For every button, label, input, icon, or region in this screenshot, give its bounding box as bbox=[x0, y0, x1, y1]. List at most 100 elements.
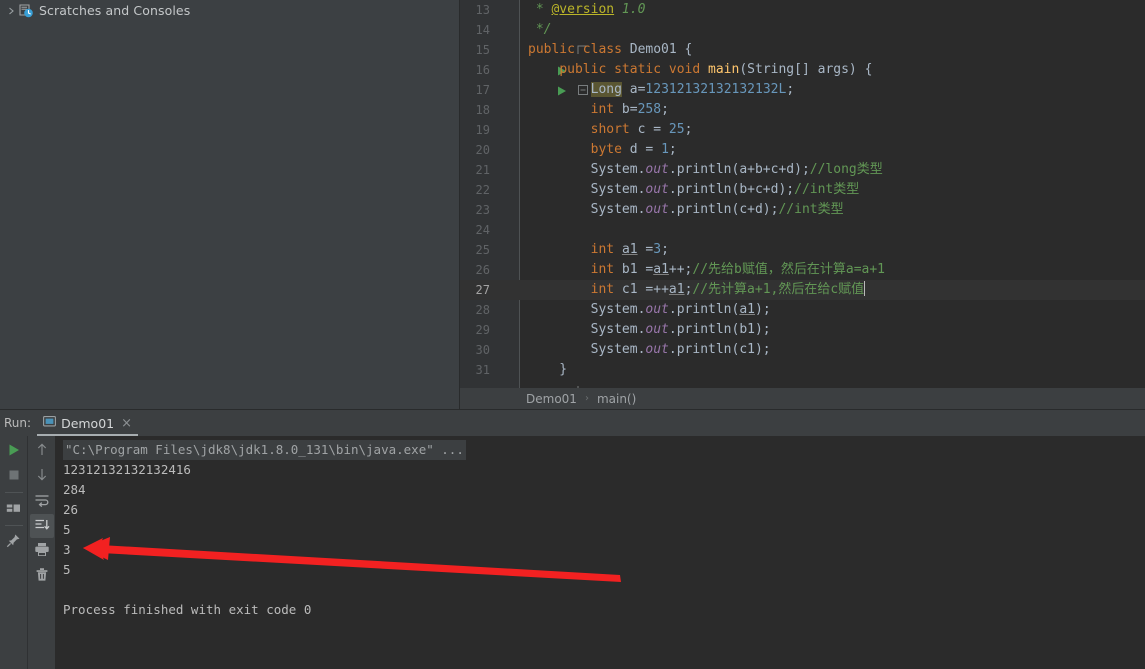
toolbar-divider bbox=[4, 492, 23, 493]
console-line: 284 bbox=[63, 482, 86, 497]
code-line[interactable]: 30 System.out.println(c1); bbox=[460, 340, 1145, 360]
line-content: short c = 25; bbox=[590, 122, 693, 137]
breadcrumb-separator-icon: › bbox=[584, 393, 589, 404]
restore-layout-button[interactable] bbox=[2, 497, 26, 521]
console-line: 12312132132132416 bbox=[63, 462, 191, 477]
code-line[interactable]: 26 int b1 =a1++;//先给b赋值，然后在计算a=a+1 bbox=[460, 260, 1145, 280]
code-line[interactable]: 16 public static void main(String[] args… bbox=[460, 60, 1145, 96]
line-number: 21 bbox=[475, 163, 490, 177]
clear-all-button[interactable] bbox=[30, 564, 54, 588]
run-method-icon[interactable] bbox=[493, 64, 566, 96]
fold-end-icon[interactable] bbox=[514, 20, 588, 54]
stop-button[interactable] bbox=[2, 464, 26, 488]
line-number: 24 bbox=[475, 223, 490, 237]
line-number: 29 bbox=[475, 323, 490, 337]
line-number: 13 bbox=[475, 3, 490, 17]
code-line[interactable]: 28 System.out.println(a1); bbox=[460, 300, 1145, 320]
code-line[interactable]: 31 } bbox=[460, 360, 1145, 388]
line-content: System.out.println(b1); bbox=[528, 322, 771, 337]
code-line[interactable]: 17 Long a=12312132132132132L; bbox=[460, 80, 1145, 100]
code-line[interactable]: 23 System.out.println(c+d);//int类型 bbox=[460, 200, 1145, 220]
code-line[interactable]: 21 System.out.println(a+b+c+d);//long类型 bbox=[460, 160, 1145, 180]
soft-wrap-button[interactable] bbox=[30, 489, 54, 513]
code-line[interactable]: 13 * @version 1.0 bbox=[460, 0, 1145, 20]
tree-item-label: Scratches and Consoles bbox=[39, 3, 191, 18]
fold-end-icon[interactable] bbox=[514, 360, 579, 388]
scratches-and-consoles-icon bbox=[18, 3, 34, 19]
breadcrumb-class[interactable]: Demo01 bbox=[526, 392, 577, 406]
down-the-stack-trace-button[interactable] bbox=[30, 464, 54, 488]
console-line: 3 bbox=[63, 542, 71, 557]
scroll-to-end-button[interactable] bbox=[29, 514, 54, 538]
code-line[interactable]: 24 bbox=[460, 220, 1145, 240]
trash-icon bbox=[35, 567, 49, 586]
code-line[interactable]: 29 System.out.println(b1); bbox=[460, 320, 1145, 340]
code-line[interactable]: 22 System.out.println(b+c+d);//int类型 bbox=[460, 180, 1145, 200]
code-line[interactable]: 20 byte d = 1; bbox=[460, 140, 1145, 160]
line-number: 23 bbox=[475, 203, 490, 217]
editor-vertical-divider[interactable] bbox=[459, 0, 460, 409]
up-the-stack-trace-button[interactable] bbox=[30, 439, 54, 463]
code-editor[interactable]: 13 * @version 1.0 14 */ 15 public class … bbox=[460, 0, 1145, 388]
line-number: 30 bbox=[475, 343, 490, 357]
line-number: 28 bbox=[475, 303, 490, 317]
run-tab-label: Demo01 bbox=[61, 415, 115, 431]
code-line-current[interactable]: 27 int c1 =++a1;//先计算a+1,然后在给c赋值 bbox=[460, 280, 1145, 300]
run-tab-demo01[interactable]: Demo01 × bbox=[37, 411, 138, 436]
pin-tab-button[interactable] bbox=[2, 530, 26, 554]
line-content: System.out.println(b+c+d);//int类型 bbox=[528, 182, 860, 197]
line-number: 22 bbox=[475, 183, 490, 197]
arrow-up-icon bbox=[35, 442, 49, 461]
run-class-icon[interactable] bbox=[493, 44, 566, 76]
tree-item-scratches-and-consoles[interactable]: Scratches and Consoles bbox=[0, 0, 460, 21]
line-content: System.out.println(a1); bbox=[528, 302, 771, 317]
line-number: 15 bbox=[475, 43, 490, 57]
console-command-text: "C:\Program Files\jdk8\jdk1.8.0_131\bin\… bbox=[63, 440, 466, 460]
line-content: */ bbox=[528, 22, 552, 37]
print-button[interactable] bbox=[30, 539, 54, 563]
line-number: 19 bbox=[475, 123, 490, 137]
line-number: 31 bbox=[475, 363, 490, 377]
line-content: int b1 =a1++;//先给b赋值，然后在计算a=a+1 bbox=[590, 262, 886, 277]
line-number: 26 bbox=[475, 263, 490, 277]
breadcrumb[interactable]: Demo01 › main() bbox=[460, 388, 1145, 409]
run-window-body: "C:\Program Files\jdk8\jdk1.8.0_131\bin\… bbox=[0, 436, 1145, 669]
run-toolbar-right bbox=[27, 436, 55, 669]
line-number: 18 bbox=[475, 103, 490, 117]
code-line[interactable]: 19 short c = 25; bbox=[460, 120, 1145, 140]
code-line[interactable]: 25 int a1 =3; bbox=[460, 240, 1145, 260]
run-toolbar-left bbox=[0, 436, 27, 669]
line-content: Long a=12312132132132132L; bbox=[590, 82, 795, 97]
breadcrumb-method[interactable]: main() bbox=[597, 392, 636, 406]
console-output[interactable]: "C:\Program Files\jdk8\jdk1.8.0_131\bin\… bbox=[55, 436, 1145, 669]
line-number: 25 bbox=[475, 243, 490, 257]
collapsed-arrow-icon[interactable] bbox=[4, 4, 18, 18]
line-content: int c1 =++a1;//先计算a+1,然后在给c赋值 bbox=[590, 281, 866, 297]
rerun-button[interactable] bbox=[2, 439, 26, 463]
code-line[interactable]: 14 */ bbox=[460, 20, 1145, 54]
arrow-down-icon bbox=[35, 467, 49, 486]
project-tool-window[interactable]: Scratches and Consoles bbox=[0, 0, 460, 409]
run-tab-bar: Run: Demo01 × bbox=[0, 410, 1145, 437]
printer-icon bbox=[34, 542, 50, 561]
scroll-to-end-icon bbox=[34, 517, 50, 536]
soft-wrap-icon bbox=[34, 492, 50, 511]
run-tool-window: Run: Demo01 × "C:\Program Files\jdk8\jdk… bbox=[0, 410, 1145, 669]
code-line[interactable]: 18 int b=258; bbox=[460, 100, 1145, 120]
console-line: 26 bbox=[63, 502, 79, 517]
line-content: * @version 1.0 bbox=[528, 2, 646, 17]
line-content: byte d = 1; bbox=[590, 142, 677, 157]
console-command-line: "C:\Program Files\jdk8\jdk1.8.0_131\bin\… bbox=[55, 440, 1145, 460]
ide-window: Scratches and Consoles 13 * @version 1.0… bbox=[0, 0, 1145, 669]
fold-start-icon[interactable] bbox=[514, 60, 588, 95]
line-content: int a1 =3; bbox=[590, 242, 669, 257]
close-icon[interactable]: × bbox=[121, 417, 132, 430]
console-line: 5 bbox=[63, 562, 71, 577]
line-number: 16 bbox=[475, 63, 490, 77]
line-content: System.out.println(c+d);//int类型 bbox=[528, 202, 844, 217]
line-content: System.out.println(c1); bbox=[528, 342, 771, 357]
code-line[interactable]: 15 public class Demo01 { bbox=[460, 40, 1145, 76]
line-content: public static void main(String[] args) { bbox=[559, 62, 873, 77]
line-number: 20 bbox=[475, 143, 490, 157]
line-content: int b=258; bbox=[590, 102, 669, 117]
